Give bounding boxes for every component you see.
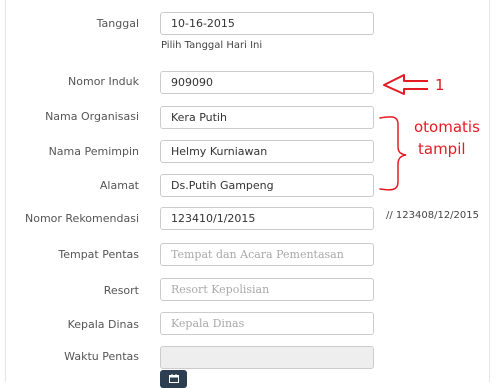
nomor-rekomendasi-label: Nomor Rekomendasi — [24, 212, 139, 225]
tempat-pentas-input[interactable] — [160, 243, 374, 266]
nomor-rekomendasi-input[interactable] — [160, 207, 374, 230]
alamat-input[interactable] — [160, 174, 374, 197]
annotation-arrow-icon — [383, 74, 428, 95]
waktu-pentas-input — [160, 346, 374, 369]
tanggal-help-text: Pilih Tanggal Hari Ini — [161, 40, 263, 51]
resort-input[interactable] — [160, 278, 374, 301]
nomor-induk-input[interactable] — [160, 71, 374, 94]
annotation-label-line2: tampil — [418, 140, 466, 158]
tanggal-label: Tanggal — [96, 17, 139, 30]
tanggal-input[interactable] — [160, 12, 374, 35]
nama-pemimpin-label: Nama Pemimpin — [48, 145, 139, 158]
nama-organisasi-label: Nama Organisasi — [45, 110, 139, 123]
nama-organisasi-input[interactable] — [160, 106, 374, 129]
content-border-left — [5, 0, 6, 382]
kepala-dinas-input[interactable] — [160, 312, 374, 335]
nomor-rekomendasi-note: // 123408/12/2015 — [386, 210, 480, 221]
calendar-button[interactable] — [160, 370, 187, 388]
kepala-dinas-label: Kepala Dinas — [67, 318, 139, 331]
annotation-label-line1: otomatis — [414, 118, 480, 136]
nomor-induk-label: Nomor Induk — [68, 75, 139, 88]
tempat-pentas-label: Tempat Pentas — [58, 248, 139, 261]
annotation-number: 1 — [435, 76, 445, 94]
waktu-pentas-label: Waktu Pentas — [64, 350, 139, 363]
resort-label: Resort — [103, 284, 139, 297]
content-border-right — [489, 0, 490, 382]
alamat-label: Alamat — [99, 179, 139, 192]
annotation-brace-icon — [379, 116, 407, 191]
nama-pemimpin-input[interactable] — [160, 140, 374, 163]
